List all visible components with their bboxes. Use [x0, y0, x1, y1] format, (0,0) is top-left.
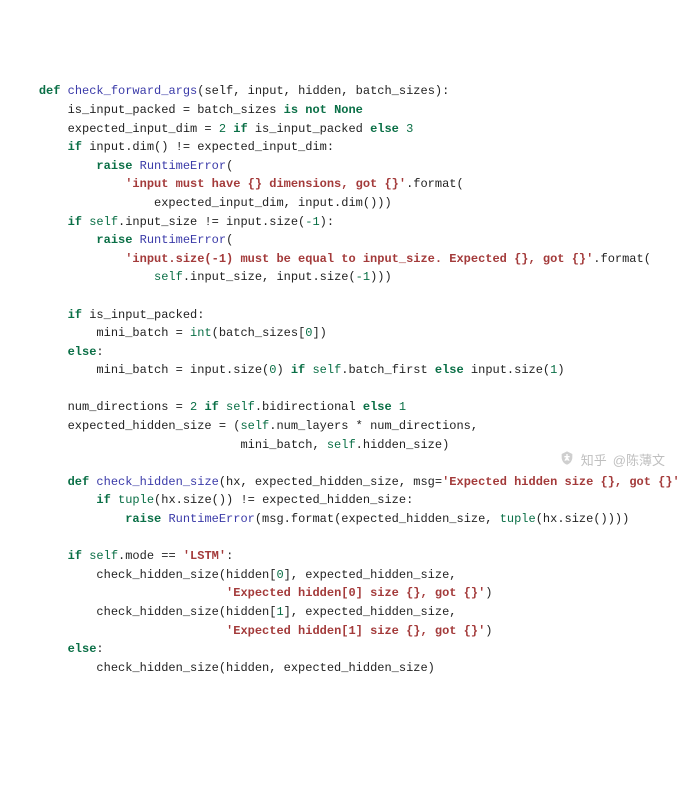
string-literal: 'Expected hidden[0] size {}, got {}' [226, 586, 485, 600]
string-literal: 'input must have {} dimensions, got {}' [125, 177, 406, 191]
watermark-brand: 知乎 [581, 451, 607, 471]
string-literal: 'input.size(-1) must be equal to input_s… [125, 252, 593, 266]
fn-name: check_forward_args [68, 84, 198, 98]
watermark-author: @陈薄文 [613, 451, 665, 471]
string-literal: 'Expected hidden[1] size {}, got {}' [226, 624, 485, 638]
string-literal: 'LSTM' [183, 549, 226, 563]
kw-def: def [39, 84, 61, 98]
zhihu-icon [544, 430, 574, 492]
code-block: def check_forward_args(self, input, hidd… [10, 82, 667, 677]
watermark: 知乎 @陈薄文 [544, 430, 665, 492]
